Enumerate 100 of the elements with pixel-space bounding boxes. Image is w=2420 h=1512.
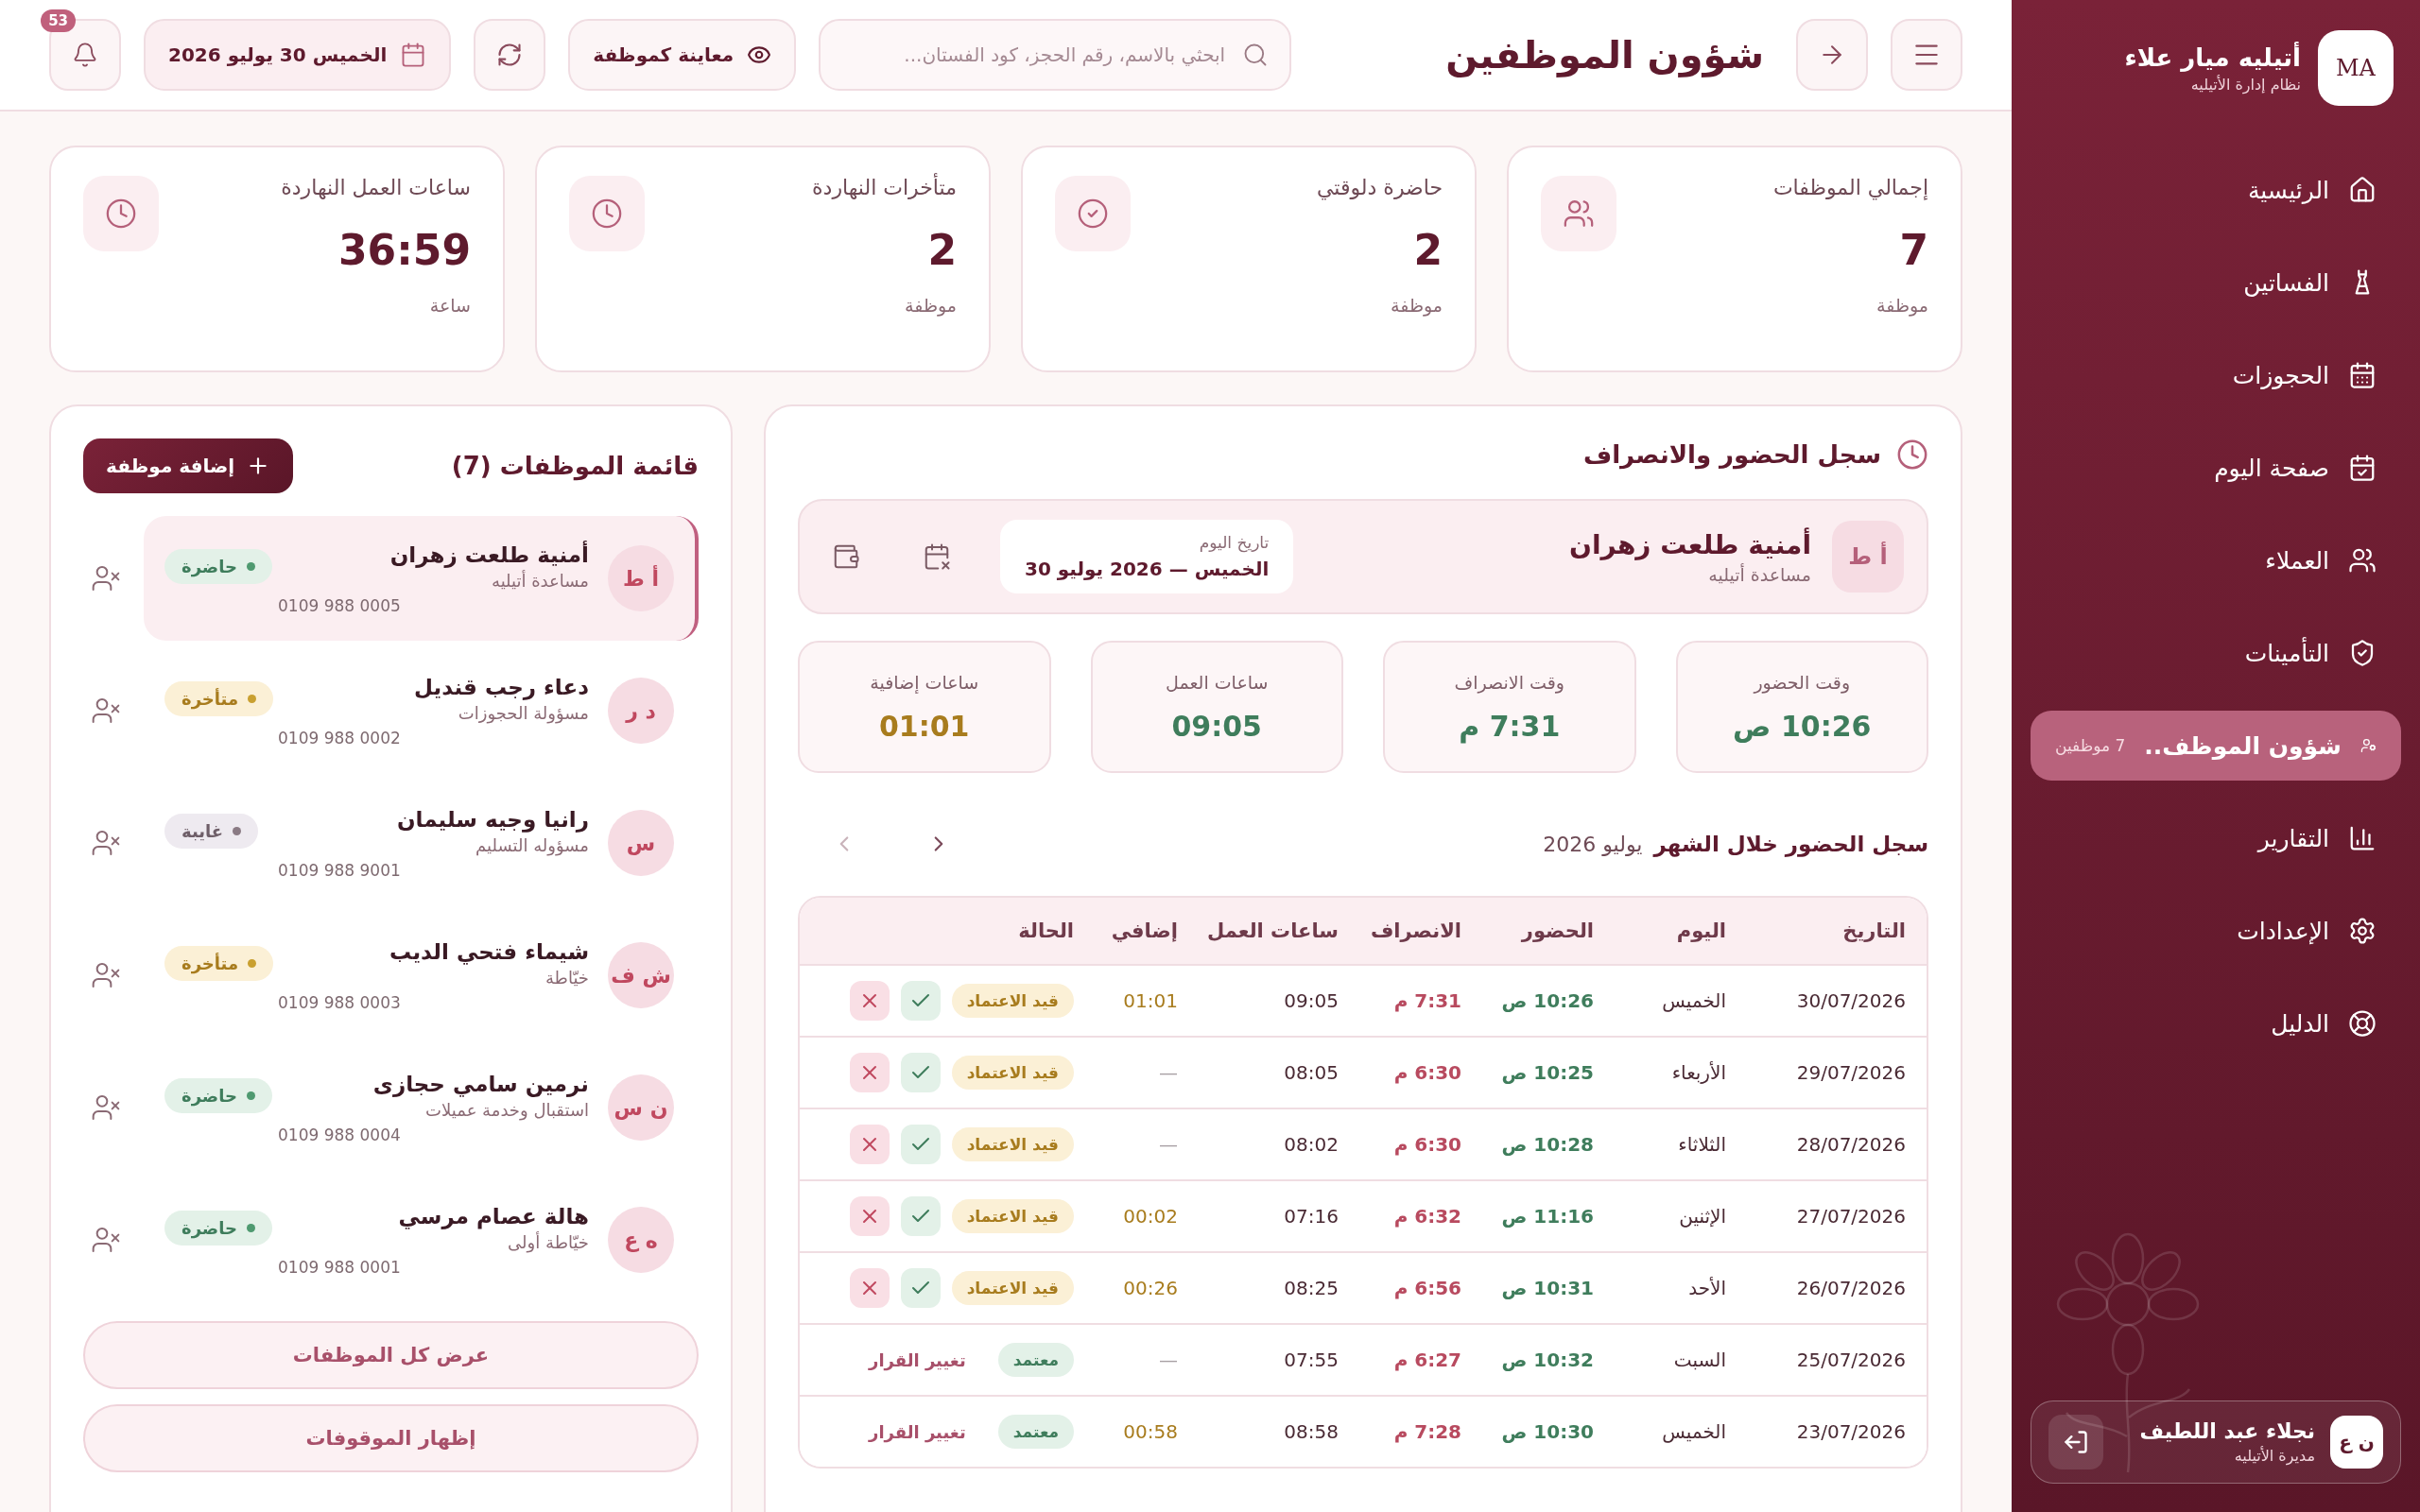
logout-button[interactable] xyxy=(2048,1415,2103,1469)
nav-item[interactable]: الدليل xyxy=(2031,988,2401,1058)
clock-icon xyxy=(591,198,623,230)
reject-button[interactable] xyxy=(849,1196,890,1236)
approve-button[interactable] xyxy=(900,1196,941,1236)
status-badge: قيد الاعتماد xyxy=(951,1199,1074,1233)
metric-value: 09:05 xyxy=(1171,709,1262,743)
user-remove-icon[interactable] xyxy=(91,828,121,858)
employee-name: شيماء فتحي الديب xyxy=(389,938,589,964)
logout-icon xyxy=(2063,1429,2089,1455)
employee-avatar: د ر xyxy=(608,678,674,744)
nav-item[interactable]: التقارير xyxy=(2031,803,2401,873)
table-cell-text: 08:02 xyxy=(1283,1133,1339,1156)
approve-button[interactable] xyxy=(900,1268,941,1308)
bar-chart-icon xyxy=(2348,824,2377,852)
page-title: شؤون الموظفين xyxy=(1445,33,1764,77)
nav-item[interactable]: العملاء xyxy=(2031,525,2401,595)
table-cell-text: 6:27 م xyxy=(1392,1349,1461,1371)
search-field[interactable]: ابحثي بالاسم، رقم الحجز، كود الفستان... xyxy=(819,19,1292,91)
bell-icon xyxy=(72,42,98,68)
reject-button[interactable] xyxy=(849,981,890,1021)
metric-value: 10:26 ص xyxy=(1733,709,1872,743)
add-employee-button[interactable]: إضافة موظفة xyxy=(83,438,294,493)
change-decision-link[interactable]: تغيير القرار xyxy=(863,1420,972,1443)
date-button[interactable]: الخميس 30 يوليو 2026 xyxy=(144,19,452,91)
table-cell-text: 23/07/2026 xyxy=(1795,1420,1906,1443)
table-cell-text: 10:31 ص xyxy=(1500,1277,1594,1299)
table-cell-text: 10:32 ص xyxy=(1500,1349,1594,1371)
column-header: إضافي xyxy=(1110,919,1178,942)
reject-button[interactable] xyxy=(849,1053,890,1092)
user-remove-icon[interactable] xyxy=(91,563,121,593)
table-cell-text: الأربعاء xyxy=(1670,1061,1726,1084)
approve-button[interactable] xyxy=(900,981,941,1021)
refresh-button[interactable] xyxy=(474,19,546,91)
preview-button[interactable]: معاينة كموظفة xyxy=(568,19,797,91)
month-label: يوليو 2026 xyxy=(1543,832,1643,856)
employee-name: نرمين سامي حجازى xyxy=(372,1071,589,1096)
stat-value: 2 xyxy=(1412,226,1443,274)
nav-item[interactable]: الرئيسية xyxy=(2031,155,2401,225)
employee-avatar: س xyxy=(608,810,674,876)
table-cell-text: 25/07/2026 xyxy=(1795,1349,1906,1371)
status-badge: متأخرة xyxy=(164,945,274,981)
panel-title: سجل الحضور والانصراف xyxy=(1582,440,1881,469)
list-button[interactable]: إظهار الموقوفات xyxy=(83,1404,699,1472)
month-title: سجل الحضور خلال الشهر xyxy=(1653,832,1928,856)
employee-phone: 0109 988 0004 xyxy=(278,1125,401,1144)
table-cell-text: 11:16 ص xyxy=(1500,1205,1594,1228)
stat-label: حاضرة دلوقتي xyxy=(1317,176,1443,199)
clock-icon xyxy=(105,198,137,230)
nav-item[interactable]: الإعدادات xyxy=(2031,896,2401,966)
metric-value: 01:01 xyxy=(879,709,970,743)
user-remove-icon[interactable] xyxy=(91,1225,121,1255)
table-cell-text: 26/07/2026 xyxy=(1795,1277,1906,1299)
status-badge: حاضرة xyxy=(164,1210,272,1246)
stat-value: 7 xyxy=(1898,226,1928,274)
table-cell-text: 08:58 xyxy=(1283,1420,1339,1443)
menu-button[interactable] xyxy=(1891,19,1962,91)
column-header: ساعات العمل xyxy=(1206,919,1339,942)
list-button[interactable]: عرض كل الموظفات xyxy=(83,1321,699,1389)
nav-item[interactable]: صفحة اليوم xyxy=(2031,433,2401,503)
status-badge: حاضرة xyxy=(164,1077,272,1113)
approve-button[interactable] xyxy=(900,1125,941,1164)
calendar-icon xyxy=(2348,361,2377,389)
user-remove-icon[interactable] xyxy=(91,960,121,990)
lifebuoy-icon xyxy=(2348,1009,2377,1038)
change-decision-link[interactable]: تغيير القرار xyxy=(863,1349,972,1371)
table-cell-text: 28/07/2026 xyxy=(1795,1133,1906,1156)
table-cell-text: 00:26 xyxy=(1122,1277,1178,1299)
notification-count: 53 xyxy=(41,9,76,32)
table-cell-text: 09:05 xyxy=(1283,989,1339,1012)
table-cell-text: 6:30 م xyxy=(1392,1133,1461,1156)
nav-item[interactable]: شؤون الموظف.. 7 موظفين xyxy=(2031,711,2401,781)
status-badge: معتمد xyxy=(997,1415,1074,1449)
status-badge: حاضرة xyxy=(164,548,272,584)
column-header: الحالة xyxy=(1017,919,1074,942)
wallet-icon[interactable] xyxy=(832,542,860,571)
reject-button[interactable] xyxy=(849,1268,890,1308)
employee-role: خيّاطة أولى xyxy=(507,1231,589,1252)
employee-role: خيّاطة xyxy=(544,967,589,988)
column-header: التاريخ xyxy=(1841,919,1906,942)
table-cell-text: 10:28 ص xyxy=(1500,1133,1594,1156)
calendar-x-icon[interactable] xyxy=(923,542,951,571)
approve-button[interactable] xyxy=(900,1053,941,1092)
stat-label: ساعات العمل النهاردة xyxy=(281,176,471,199)
reject-button[interactable] xyxy=(849,1125,890,1164)
nav-item[interactable]: الفساتين xyxy=(2031,248,2401,318)
table-cell-text: الثلاثاء xyxy=(1677,1133,1726,1156)
table-cell-text: 7:31 م xyxy=(1392,989,1461,1012)
metric-label: وقت الحضور xyxy=(1754,671,1851,693)
stat-value: 36:59 xyxy=(337,226,471,274)
status-badge: قيد الاعتماد xyxy=(951,1056,1074,1090)
employee-phone: 0109 988 0005 xyxy=(278,595,401,615)
nav-count-label: 7 موظفين xyxy=(2055,736,2126,755)
user-remove-icon[interactable] xyxy=(91,696,121,726)
employee-phone: 0109 988 0001 xyxy=(278,1257,401,1277)
user-remove-icon[interactable] xyxy=(91,1092,121,1123)
nav-item[interactable]: الحجوزات xyxy=(2031,340,2401,410)
nav-item[interactable]: التأمينات xyxy=(2031,618,2401,688)
clock-icon xyxy=(1896,438,1928,471)
table-cell-text: السبت xyxy=(1672,1349,1726,1371)
